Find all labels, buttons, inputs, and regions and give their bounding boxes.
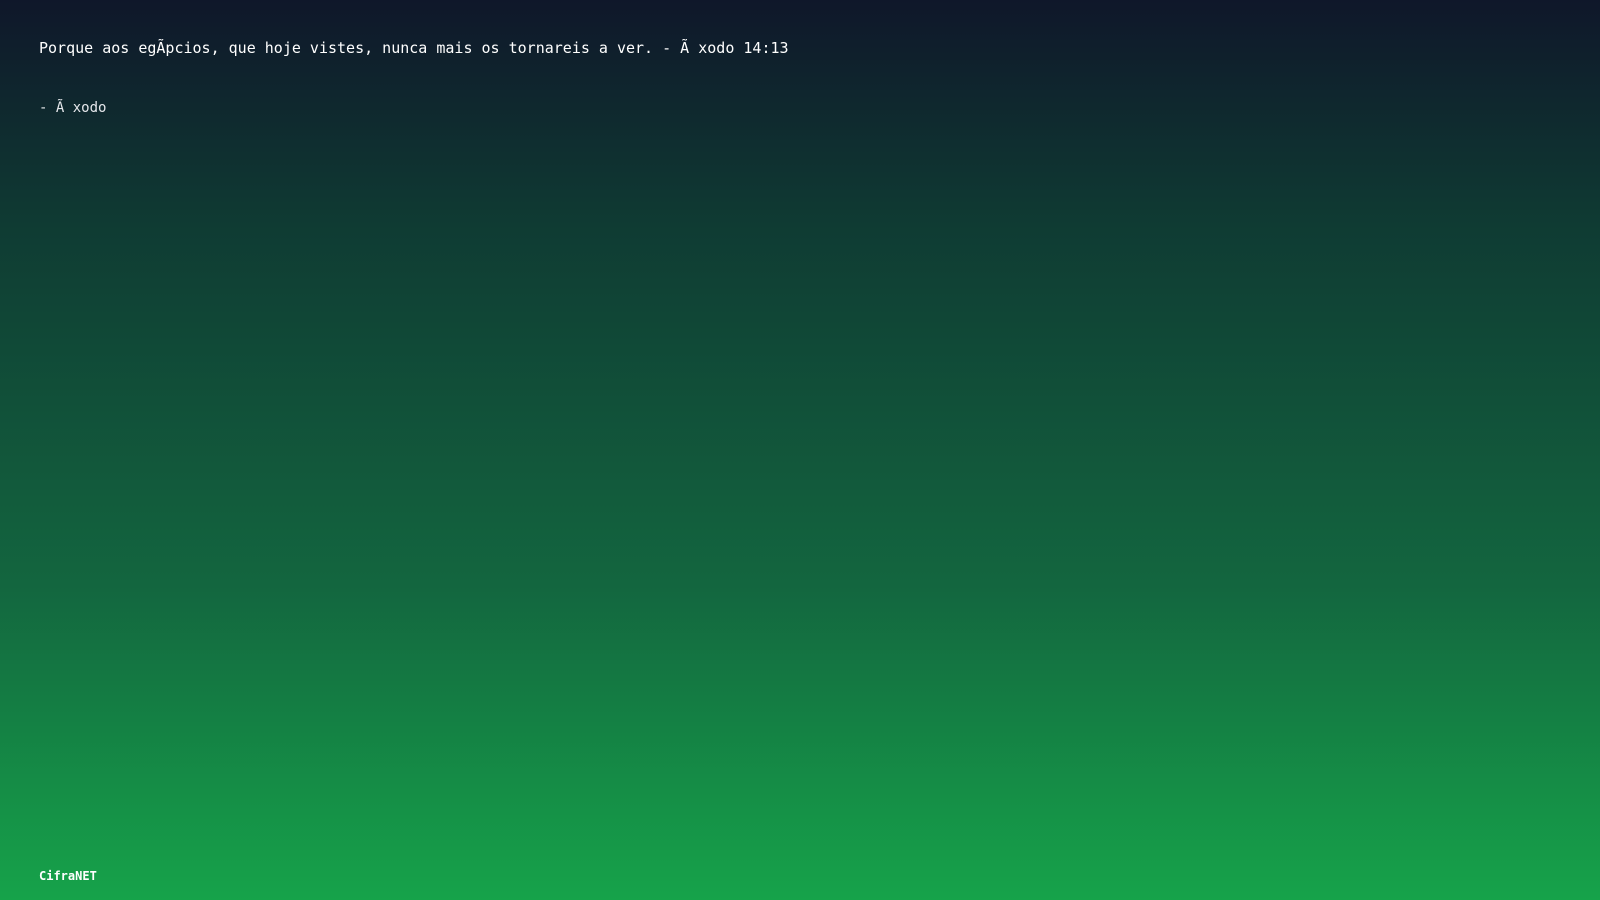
- verse-source: - Ã xodo: [39, 100, 107, 116]
- slide-screen: { "slide": { "verse_text": "Porque aos e…: [0, 0, 1600, 900]
- brand-label: CifraNET: [39, 869, 97, 883]
- verse-text: Porque aos egÃ­pcios, que hoje vistes, n…: [39, 39, 789, 57]
